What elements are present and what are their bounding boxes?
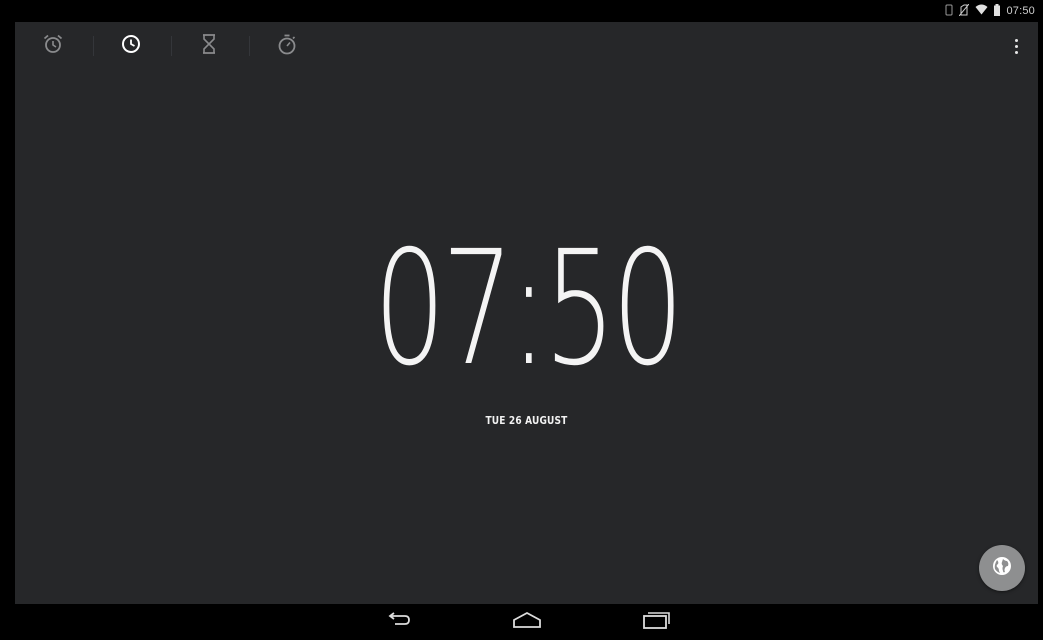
status-bar: 07:50 [0,0,1043,22]
overflow-menu-icon [1014,38,1018,42]
globe-icon [990,554,1014,583]
battery-icon [994,3,1001,19]
clock-app: 07:50 TUE 26 AUGUST [15,22,1038,604]
no-sim-icon [959,3,970,19]
tab-alarm[interactable] [15,22,91,70]
recents-icon [641,610,671,635]
clock-time-text: 07:50 [373,217,684,401]
status-icons: 07:50 [945,3,1035,19]
tab-timer[interactable] [171,22,247,70]
vibrate-icon [945,4,953,19]
home-icon [511,611,543,634]
recents-button[interactable] [626,604,686,640]
stopwatch-icon [276,32,298,61]
clock-icon [120,33,142,60]
wifi-icon [975,4,988,18]
overflow-menu-button[interactable] [1008,34,1024,58]
clock-date: TUE 26 AUGUST [485,414,568,427]
tab-bar [15,22,1038,70]
back-icon [385,610,411,635]
back-button[interactable] [368,604,428,640]
overflow-menu-icon [1014,50,1018,54]
status-time: 07:50 [1006,5,1035,17]
world-clock-button[interactable] [979,545,1025,591]
alarm-icon [41,32,65,61]
timer-icon [199,32,219,61]
home-button[interactable] [497,604,557,640]
tab-clock[interactable] [93,22,169,70]
navigation-bar [0,604,1043,640]
overflow-menu-icon [1014,44,1018,48]
clock-time: 07:50 [15,220,1038,398]
tab-stopwatch[interactable] [249,22,325,70]
tablet-screen: 07:50 07:50 TUE 26 AUGUST [0,0,1043,640]
